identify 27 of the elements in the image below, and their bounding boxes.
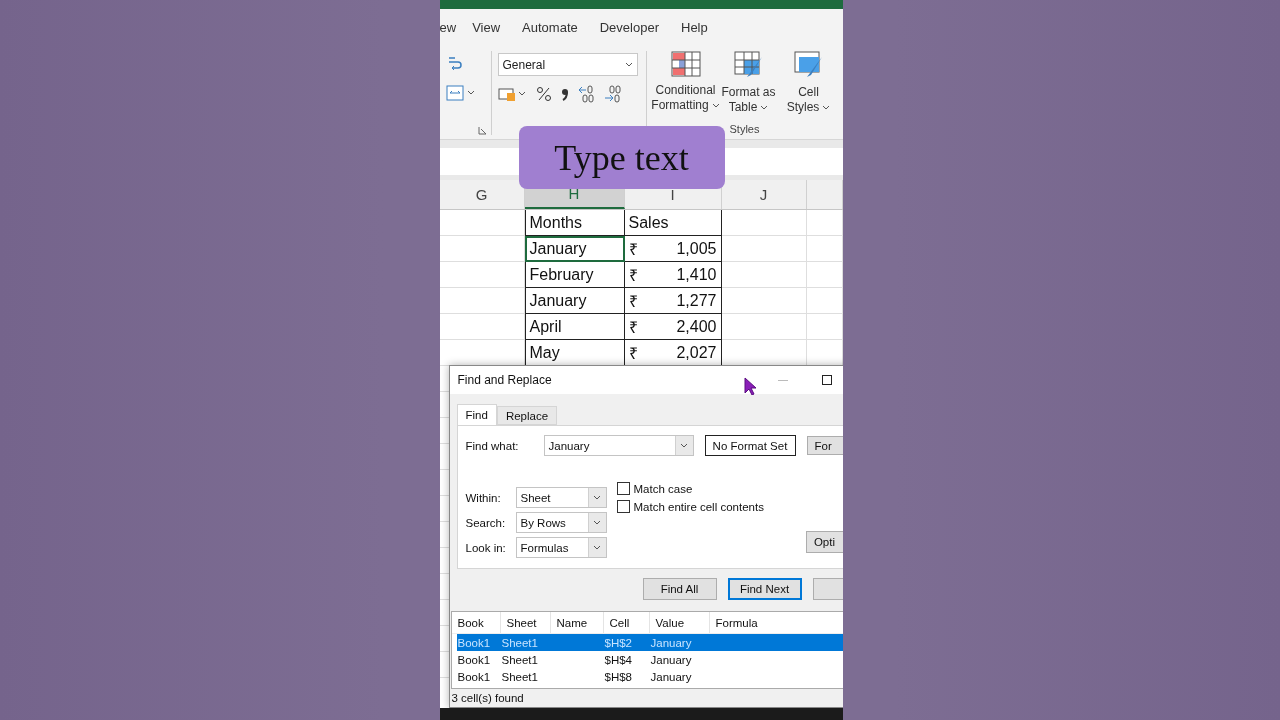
amount: 1,005 (676, 239, 717, 258)
amount: 1,410 (676, 265, 717, 284)
currency-symbol: ₹ (628, 317, 638, 338)
currency-symbol: ₹ (628, 265, 638, 286)
dialog-title: Find and Replace (457, 373, 552, 387)
field-label: Within: (465, 491, 502, 504)
checkbox-label: Match case (633, 482, 693, 495)
currency-symbol: ₹ (628, 343, 638, 364)
amount: 1,277 (676, 291, 717, 310)
checkbox-label: Match entire cell contents (633, 500, 764, 513)
table-cell: February (524, 262, 625, 288)
table-cell: January (524, 236, 625, 262)
amount: 2,400 (676, 317, 717, 336)
format-preview: No Format Set (704, 435, 796, 456)
field-label: Look in: (465, 541, 507, 554)
table-cell: April (524, 314, 625, 340)
field-label: Search: (465, 516, 507, 529)
currency-symbol: ₹ (628, 291, 638, 312)
group-label: Styles (728, 123, 761, 135)
currency-symbol: ₹ (628, 239, 638, 260)
table-cell: Sales (624, 210, 722, 236)
status-text: 3 cell(s) found (450, 691, 525, 704)
caption-tooltip: Type text (518, 126, 725, 189)
table-cell: Months (524, 210, 625, 236)
table-cell: January (524, 288, 625, 314)
amount: 2,027 (676, 343, 717, 362)
field-label: Find what: (465, 439, 520, 452)
